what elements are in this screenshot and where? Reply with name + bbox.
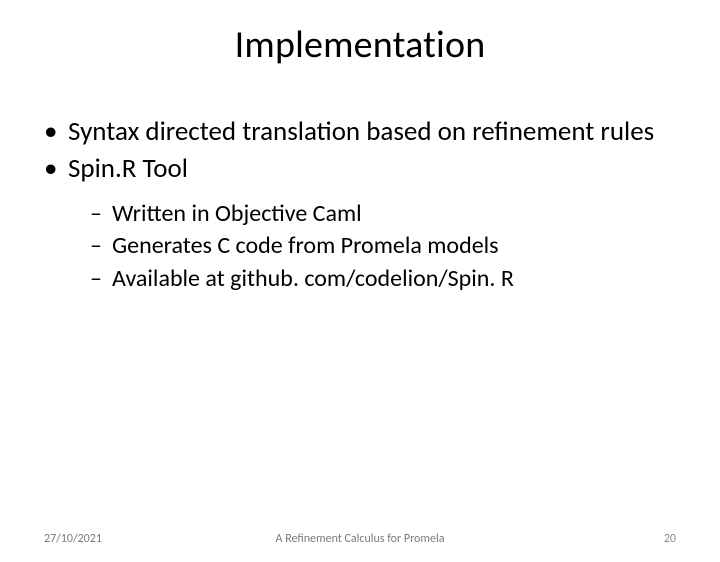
slide-body: Syntax directed translation based on ref… [0,116,720,295]
list-item: Spin.R Tool Written in Objective Caml Ge… [44,153,676,295]
footer-date: 27/10/2021 [44,532,102,546]
page-number: 20 [664,532,676,546]
slide: Implementation Syntax directed translati… [0,22,720,562]
bullet-text: Spin.R Tool [68,152,188,185]
footer-title: A Refinement Calculus for Promela [276,532,445,546]
list-item: Syntax directed translation based on ref… [44,116,676,149]
slide-title: Implementation [0,22,720,68]
list-item: Available at github. com/codelion/Spin. … [90,263,676,295]
bullet-text: Generates C code from Promela models [112,231,499,260]
sub-bullet-list: Written in Objective Caml Generates C co… [90,198,676,295]
bullet-text: Available at github. com/codelion/Spin. … [112,264,514,293]
bullet-text: Syntax directed translation based on ref… [68,115,654,148]
bullet-list: Syntax directed translation based on ref… [44,116,676,295]
list-item: Generates C code from Promela models [90,230,676,262]
list-item: Written in Objective Caml [90,198,676,230]
slide-footer: 27/10/2021 A Refinement Calculus for Pro… [0,532,720,546]
bullet-text: Written in Objective Caml [112,199,362,228]
